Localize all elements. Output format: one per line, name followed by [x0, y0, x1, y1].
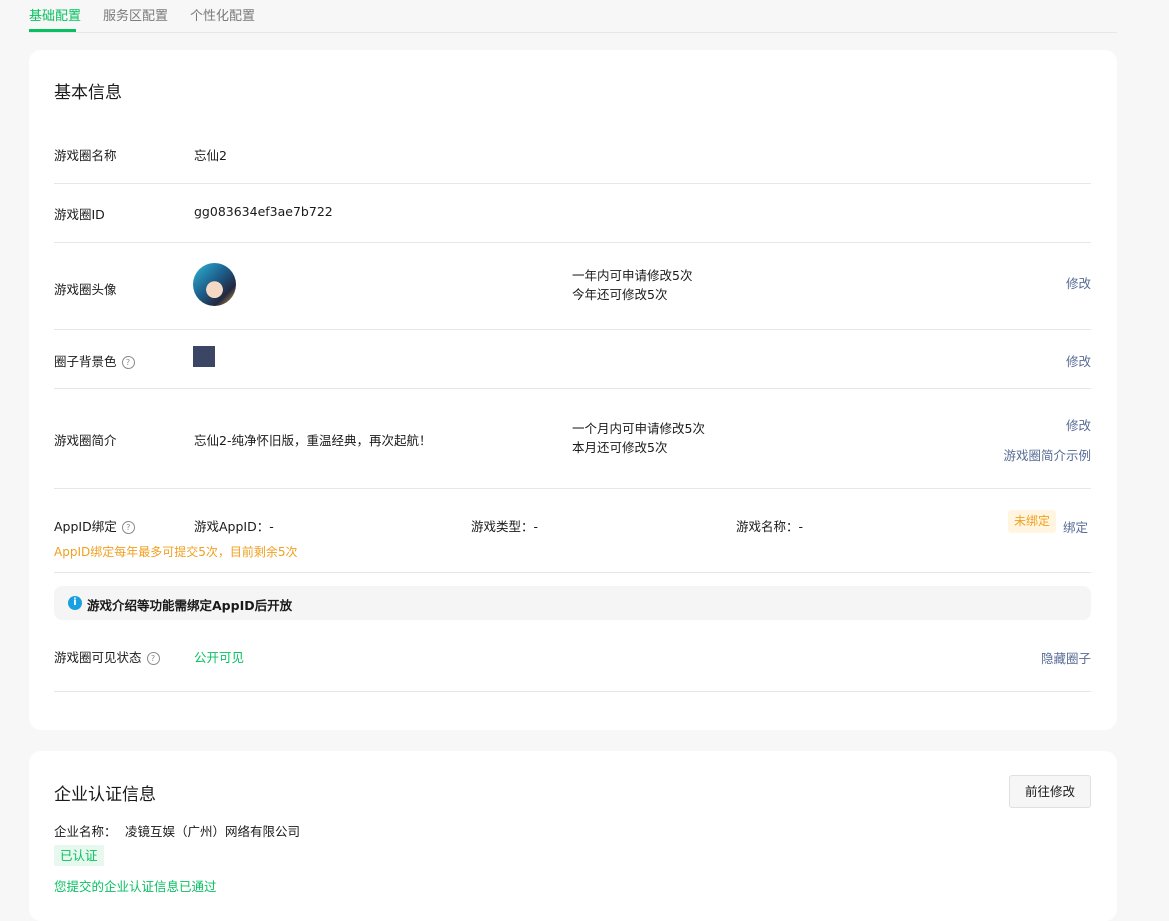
tab-personalization-config[interactable]: 个性化配置 [190, 5, 255, 24]
appid-quota-warning: AppID绑定每年最多可提交5次，目前剩余5次 [54, 545, 298, 559]
help-icon[interactable]: ? [146, 652, 160, 665]
tab-basic-config[interactable]: 基础配置 [29, 5, 81, 24]
divider [54, 691, 1091, 692]
edit-bg-color-link[interactable]: 修改 [1066, 351, 1091, 370]
intro-quota-line2: 本月还可修改5次 [572, 440, 668, 455]
enterprise-name-value: 凌镜互娱（广州）网络有限公司 [125, 824, 301, 839]
intro-label: 游戏圈简介 [54, 433, 117, 448]
avatar-quota-line1: 一年内可申请修改5次 [572, 268, 693, 283]
section-title-basic-info: 基本信息 [54, 83, 122, 103]
circle-name-value: 忘仙2 [194, 148, 227, 163]
appid-label-row: AppID绑定? [54, 516, 135, 535]
basic-info-card: 基本信息 游戏圈名称 忘仙2 游戏圈ID gg083634ef3ae7b722 … [29, 50, 1117, 730]
unbound-status-badge: 未绑定 [1008, 510, 1057, 533]
go-edit-button[interactable]: 前往修改 [1009, 775, 1091, 808]
circle-avatar [193, 263, 236, 306]
enterprise-card: 企业认证信息 前往修改 企业名称： 凌镜互娱（广州）网络有限公司 已认证 您提交… [29, 751, 1117, 921]
divider [54, 388, 1091, 389]
game-type: 游戏类型：- [471, 519, 539, 534]
verified-badge: 已认证 [54, 845, 104, 866]
circle-id-value: gg083634ef3ae7b722 [194, 204, 333, 219]
circle-name-label: 游戏圈名称 [54, 148, 117, 163]
edit-avatar-link[interactable]: 修改 [1066, 273, 1091, 292]
divider [54, 242, 1091, 243]
intro-example-link[interactable]: 游戏圈简介示例 [1003, 445, 1091, 464]
bg-color-label-row: 圈子背景色? [54, 351, 135, 370]
divider [54, 488, 1091, 489]
intro-quota-note: 一个月内可申请修改5次 本月还可修改5次 [572, 419, 705, 457]
divider [54, 183, 1091, 184]
visibility-label: 游戏圈可见状态 [54, 650, 142, 665]
avatar-quota-note: 一年内可申请修改5次 今年还可修改5次 [572, 266, 692, 304]
tab-bar: 基础配置 服务区配置 个性化配置 [29, 0, 1117, 33]
bg-color-swatch [193, 346, 215, 367]
verification-message: 您提交的企业认证信息已通过 [54, 879, 217, 894]
help-icon[interactable]: ? [121, 521, 135, 534]
circle-id-label: 游戏圈ID [54, 207, 105, 222]
active-tab-indicator [29, 29, 76, 32]
intro-quota-line1: 一个月内可申请修改5次 [572, 421, 705, 436]
info-bar-text: 游戏介绍等功能需绑定AppID后开放 [87, 598, 293, 613]
bg-color-label: 圈子背景色 [54, 354, 117, 369]
divider [54, 572, 1091, 573]
divider [54, 329, 1091, 330]
edit-intro-link[interactable]: 修改 [1066, 415, 1091, 434]
intro-value: 忘仙2-纯净怀旧版，重温经典，再次起航！ [194, 433, 432, 448]
tab-service-area-config[interactable]: 服务区配置 [103, 5, 168, 24]
enterprise-name-label: 企业名称： [54, 824, 117, 839]
hide-circle-link[interactable]: 隐藏圈子 [1041, 648, 1091, 667]
game-name: 游戏名称：- [736, 519, 804, 534]
visibility-label-row: 游戏圈可见状态? [54, 647, 160, 666]
appid-info-bar: i 游戏介绍等功能需绑定AppID后开放 [54, 586, 1091, 620]
avatar-quota-line2: 今年还可修改5次 [572, 287, 668, 302]
section-title-enterprise: 企业认证信息 [54, 785, 156, 805]
bind-appid-link[interactable]: 绑定 [1063, 517, 1088, 536]
game-appid: 游戏AppID：- [194, 519, 274, 534]
appid-label: AppID绑定 [54, 519, 117, 534]
visibility-value: 公开可见 [194, 650, 245, 665]
info-icon: i [68, 596, 82, 610]
help-icon[interactable]: ? [121, 356, 135, 369]
avatar-label: 游戏圈头像 [54, 282, 117, 297]
